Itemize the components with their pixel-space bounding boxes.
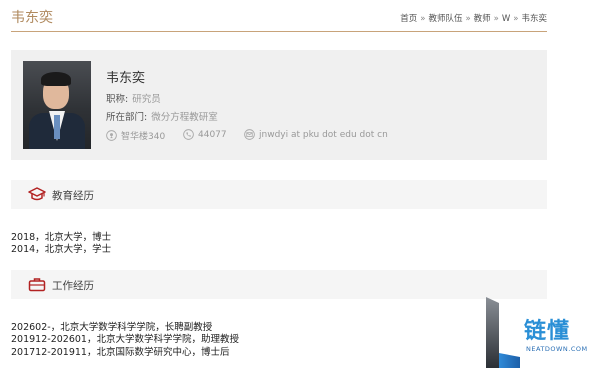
title-row: 职称: 研究员 — [106, 91, 161, 105]
breadcrumb-faculty[interactable]: 教师队伍 — [428, 14, 462, 24]
page-title: 韦东奕 — [11, 10, 53, 26]
title-value: 研究员 — [132, 94, 161, 105]
office-value: 智华楼340 — [121, 132, 166, 142]
breadcrumb-teachers[interactable]: 教师 — [474, 14, 491, 24]
watermark-brand: 链懂 — [524, 319, 571, 344]
phone-contact: 44077 — [183, 129, 227, 140]
department-row: 所在部门: 微分方程教研室 — [106, 109, 218, 123]
education-item: 2014，北京大学，学士 — [11, 244, 112, 255]
breadcrumb: 首页» 教师队伍» 教师» W» 韦东奕 — [400, 12, 547, 24]
location-icon — [106, 130, 117, 141]
graduation-cap-icon — [28, 187, 46, 201]
breadcrumb-separator: » — [420, 14, 426, 24]
work-item: 201712-201911，北京国际数学研究中心，博士后 — [11, 347, 230, 358]
watermark-logo: 链懂 NEATDOWN.COM — [486, 297, 600, 368]
email-value: jnwdyi at pku dot edu dot cn — [259, 129, 388, 140]
email-icon — [244, 129, 255, 140]
email-contact: jnwdyi at pku dot edu dot cn — [244, 129, 388, 140]
education-section-header: 教育经历 — [11, 180, 547, 209]
watermark-l-mark — [486, 297, 520, 368]
title-divider — [11, 31, 547, 32]
office-contact: 智华楼340 — [106, 129, 165, 142]
phone-value: 44077 — [198, 129, 227, 140]
profile-card — [11, 50, 547, 160]
work-section-header: 工作经历 — [11, 270, 547, 299]
profile-photo — [23, 61, 91, 149]
breadcrumb-separator: » — [493, 14, 499, 24]
breadcrumb-letter[interactable]: W — [502, 14, 510, 24]
breadcrumb-home[interactable]: 首页 — [400, 14, 417, 24]
breadcrumb-separator: » — [513, 14, 519, 24]
department-label: 所在部门: — [106, 112, 148, 123]
breadcrumb-separator: » — [465, 14, 471, 24]
title-label: 职称: — [106, 94, 129, 105]
work-heading: 工作经历 — [52, 280, 94, 292]
watermark-domain: NEATDOWN.COM — [526, 345, 588, 353]
work-item: 201912-202601，北京大学数学科学学院，助理教授 — [11, 334, 239, 345]
education-heading: 教育经历 — [52, 190, 94, 202]
department-value: 微分方程教研室 — [151, 112, 218, 123]
profile-name: 韦东奕 — [106, 71, 146, 86]
briefcase-icon — [28, 278, 46, 292]
phone-icon — [183, 129, 194, 140]
breadcrumb-current: 韦东奕 — [521, 14, 547, 24]
